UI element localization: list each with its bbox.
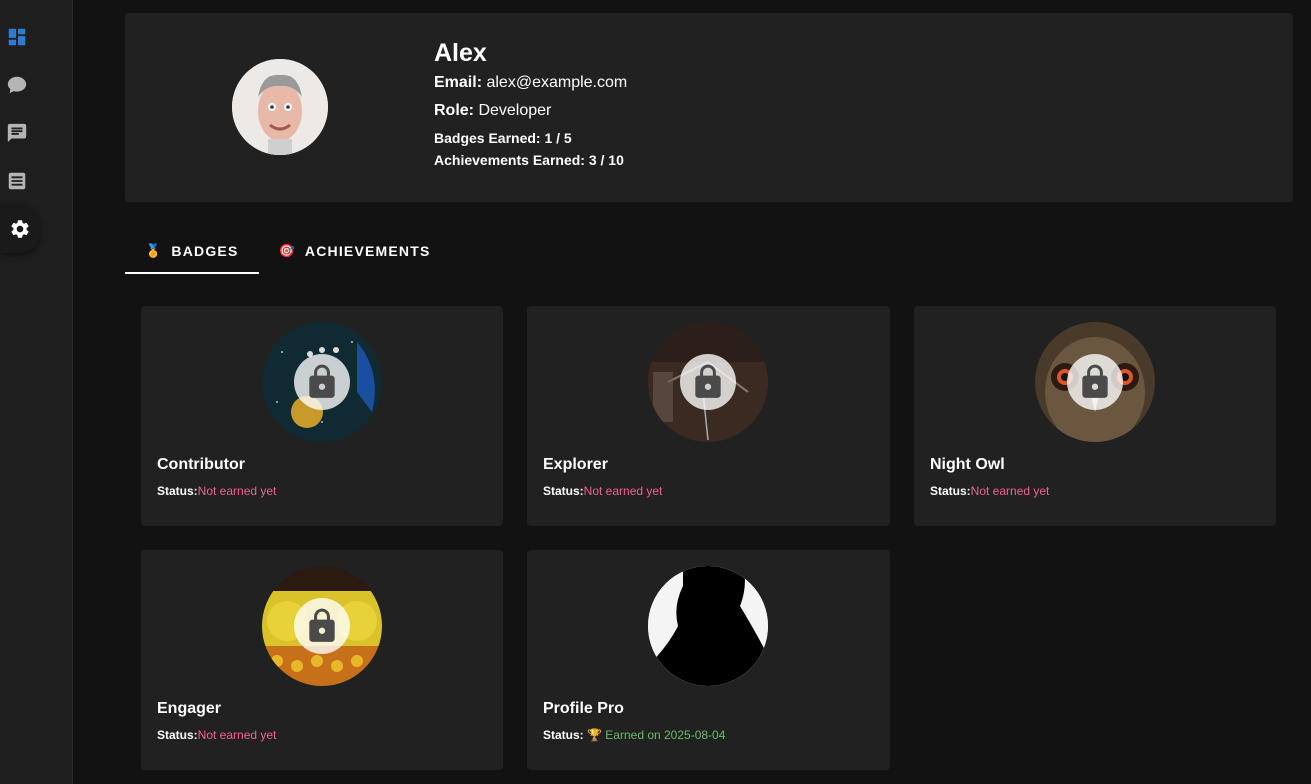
article-icon <box>8 172 26 190</box>
forum-icon <box>7 123 27 143</box>
badge-status: Status:Not earned yet <box>157 484 276 498</box>
achievements-earned-count: Achievements Earned: 3 / 10 <box>434 152 624 168</box>
lock-icon <box>1082 364 1108 398</box>
status-label: Status: <box>543 728 584 742</box>
badge-image <box>1035 322 1155 442</box>
email-label: Email: <box>434 74 483 91</box>
badge-card-contributor[interactable]: Contributor Status:Not earned yet <box>141 306 503 526</box>
lock-overlay <box>294 354 350 410</box>
tab-badges-label: BADGES <box>171 243 239 259</box>
nav-forum[interactable] <box>0 116 34 150</box>
lock-icon <box>309 608 335 642</box>
badge-status: Status:Not earned yet <box>157 728 276 742</box>
lock-overlay <box>294 598 350 654</box>
badge-name: Explorer <box>543 456 608 473</box>
profile-name: Alex <box>434 39 487 67</box>
tab-bar: 🏅 BADGES 🎯 ACHIEVEMENTS <box>125 230 451 274</box>
badge-name: Night Owl <box>930 456 1005 473</box>
nav-settings[interactable] <box>0 205 40 253</box>
badge-image <box>648 566 768 686</box>
profile-card: Alex Email: alex@example.com Role: Devel… <box>125 13 1293 202</box>
status-value: Not earned yet <box>970 484 1050 498</box>
medal-icon: 🏅 <box>145 243 163 258</box>
role-label: Role: <box>434 102 474 119</box>
badge-status: Status: 🏆 Earned on 2025-08-04 <box>543 728 725 742</box>
gear-icon <box>11 220 29 238</box>
badge-image <box>262 566 382 686</box>
status-label: Status: <box>157 728 198 742</box>
nav-chat[interactable] <box>0 68 34 102</box>
status-label: Status: <box>157 484 198 498</box>
status-value: Not earned yet <box>197 728 277 742</box>
badge-image <box>648 322 768 442</box>
lock-overlay <box>680 354 736 410</box>
tab-badges[interactable]: 🏅 BADGES <box>125 230 259 274</box>
target-icon: 🎯 <box>278 243 296 258</box>
badge-name: Contributor <box>157 456 245 473</box>
status-value: Not earned yet <box>197 484 277 498</box>
badge-card-explorer[interactable]: Explorer Status:Not earned yet <box>527 306 890 526</box>
badge-image <box>262 322 382 442</box>
profile-info: Alex Email: alex@example.com Role: Devel… <box>434 39 627 174</box>
status-value: 🏆 Earned on 2025-08-04 <box>587 728 726 742</box>
avatar <box>232 59 328 155</box>
status-value: Not earned yet <box>583 484 663 498</box>
dashboard-icon <box>8 28 26 46</box>
badge-name: Engager <box>157 700 222 717</box>
badge-status: Status:Not earned yet <box>930 484 1049 498</box>
nav-dashboard[interactable] <box>0 20 34 54</box>
tab-achievements-label: ACHIEVEMENTS <box>304 243 431 259</box>
nav-article[interactable] <box>0 164 34 198</box>
lock-icon <box>695 364 721 398</box>
role-value: Developer <box>478 102 552 119</box>
chat-bubble-icon <box>7 76 27 94</box>
badge-card-night-owl[interactable]: Night Owl Status:Not earned yet <box>914 306 1276 526</box>
badge-status: Status:Not earned yet <box>543 484 662 498</box>
profile-email: Email: alex@example.com <box>434 74 627 92</box>
main-content: Alex Email: alex@example.com Role: Devel… <box>73 0 1311 784</box>
badge-name: Profile Pro <box>543 700 624 717</box>
profile-role: Role: Developer <box>434 102 627 120</box>
badge-card-engager[interactable]: Engager Status:Not earned yet <box>141 550 503 770</box>
lock-icon <box>309 364 335 398</box>
badges-earned-count: Badges Earned: 1 / 5 <box>434 130 572 146</box>
status-label: Status: <box>543 484 584 498</box>
sidebar <box>0 0 73 784</box>
email-value: alex@example.com <box>486 74 628 91</box>
badge-card-profile-pro[interactable]: Profile Pro Status: 🏆 Earned on 2025-08-… <box>527 550 890 770</box>
lock-overlay <box>1067 354 1123 410</box>
status-label: Status: <box>930 484 971 498</box>
tab-achievements[interactable]: 🎯 ACHIEVEMENTS <box>259 230 451 272</box>
